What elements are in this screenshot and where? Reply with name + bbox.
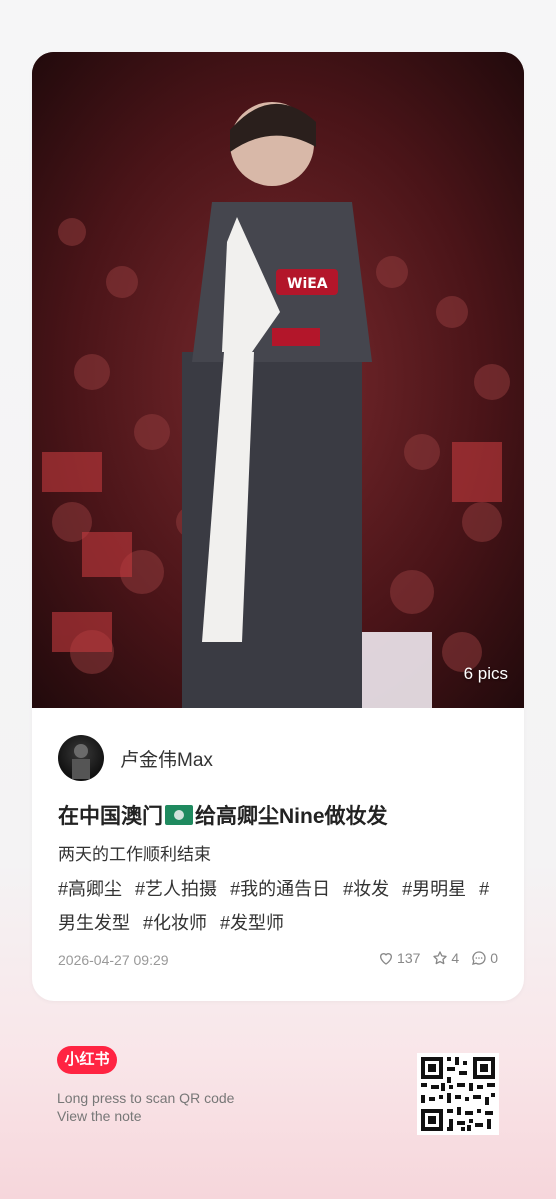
star-icon [433, 951, 448, 965]
tag[interactable]: #发型师 [220, 913, 284, 933]
footer-brand: 小红书 [57, 1046, 117, 1074]
brand-logo: 小红书 [57, 1046, 117, 1074]
stats-row: 137 4 0 [366, 950, 498, 966]
comment-icon [472, 951, 486, 965]
note-description: 两天的工作顺利结束 [58, 845, 211, 864]
pics-count-badge: 6 pics [463, 664, 508, 683]
view-note-line: View the note [57, 1108, 142, 1124]
timestamp: 2026-04-27 09:29 [58, 952, 169, 968]
collect-button[interactable]: 4 [432, 950, 459, 966]
title-prefix: 在中国澳门 [58, 805, 163, 828]
svg-text:WiEA: WiEA [287, 276, 328, 292]
cover-illustration: WiEA [32, 52, 524, 708]
comment-count: 0 [490, 950, 498, 966]
tag-list: #高卿尘 #艺人拍摄 #我的通告日 #妆发 #男明星 #男生发型 #化妆师 #发… [58, 872, 502, 940]
qr-code-image [417, 1053, 499, 1135]
tag[interactable]: #我的通告日 [230, 879, 330, 899]
note-title: 在中国澳门 给高卿尘Nine做妆发 [58, 800, 388, 830]
heart-icon [380, 953, 393, 965]
tag[interactable]: #妆发 [343, 879, 389, 899]
macau-flag-icon [165, 805, 193, 825]
tag[interactable]: #艺人拍摄 [135, 879, 217, 899]
cover-photo[interactable]: WiEA 6 pics [32, 52, 524, 708]
tag[interactable]: #化妆师 [143, 913, 207, 933]
author-row[interactable]: 卢金伟Max [58, 735, 213, 781]
comment-button[interactable]: 0 [471, 950, 498, 966]
qr-code[interactable] [417, 1053, 499, 1135]
like-button[interactable]: 137 [378, 950, 420, 966]
tag[interactable]: #高卿尘 [58, 879, 122, 899]
scan-instructions: Long press to scan QR code View the note [57, 1089, 234, 1125]
like-count: 137 [397, 950, 421, 966]
note-card[interactable]: WiEA 6 pics 卢金伟Max 在中国澳门 给高卿尘Nine做妆发 两天的… [32, 52, 524, 1001]
avatar-image [72, 744, 90, 779]
author-name[interactable]: 卢金伟Max [120, 745, 213, 772]
collect-count: 4 [451, 950, 460, 966]
title-suffix: 给高卿尘Nine做妆发 [195, 805, 388, 828]
tag[interactable]: #男明星 [402, 879, 466, 899]
avatar[interactable] [58, 735, 104, 781]
scan-line: Long press to scan QR code [57, 1090, 235, 1106]
